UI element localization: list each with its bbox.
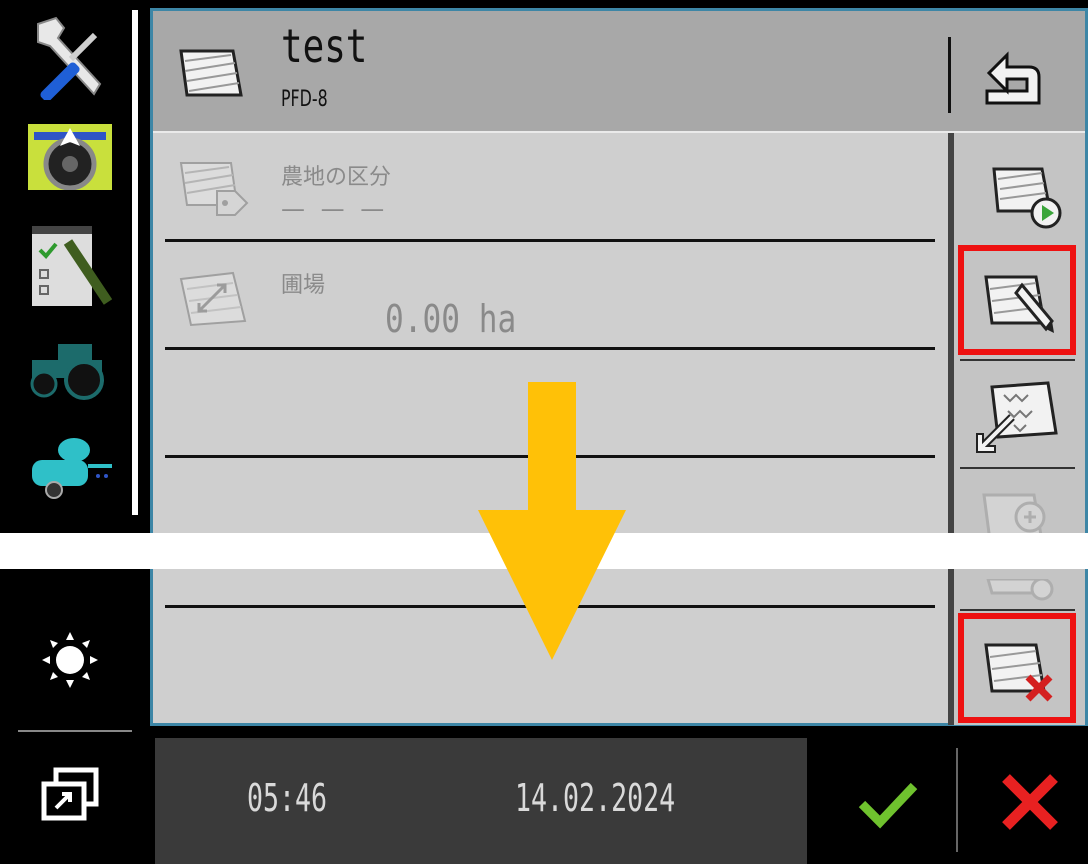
field-edit-icon xyxy=(984,275,1054,333)
header-divider xyxy=(948,37,951,113)
field-icon xyxy=(177,47,245,99)
brightness-icon[interactable] xyxy=(40,630,100,690)
guidance-steering-icon[interactable] xyxy=(28,124,112,191)
header: test PFD-8 xyxy=(153,11,1085,133)
boundary-import-icon xyxy=(976,381,1058,453)
list-item[interactable]: 圃場 0.00 ha xyxy=(153,243,945,349)
left-rail xyxy=(0,0,148,864)
tractor-icon[interactable] xyxy=(28,338,112,400)
delete-field-button[interactable] xyxy=(958,613,1076,723)
start-field-button[interactable] xyxy=(958,133,1076,243)
toolbar xyxy=(948,133,1085,725)
cancel-button[interactable] xyxy=(994,766,1066,838)
back-button[interactable] xyxy=(979,49,1051,105)
row-divider xyxy=(165,239,935,242)
area-value: 0.00 ha xyxy=(385,297,517,341)
tools-icon[interactable] xyxy=(28,14,112,102)
row-divider xyxy=(165,347,935,350)
field-delete-icon xyxy=(984,643,1053,702)
toolbar-divider xyxy=(948,133,954,725)
page-subtitle: PFD-8 xyxy=(281,87,328,112)
status-bar: 05:46 14.02.2024 xyxy=(155,738,807,864)
list-item[interactable]: 農地の区分 — — — xyxy=(153,133,945,243)
toolbar-divider xyxy=(960,609,1075,611)
edit-field-button[interactable] xyxy=(958,245,1076,355)
back-arrow-icon xyxy=(985,51,1041,105)
task-notepad-icon[interactable] xyxy=(28,222,113,312)
toolbar-divider xyxy=(960,359,1075,361)
row-label: 圃場 xyxy=(281,273,326,298)
field-area-icon xyxy=(177,269,251,329)
field-settings-button xyxy=(958,579,1076,609)
page-title: test xyxy=(281,19,368,73)
footer-divider xyxy=(956,748,958,852)
row-label: 農地の区分 xyxy=(281,165,392,190)
import-boundary-button[interactable] xyxy=(958,363,1076,473)
rail-divider xyxy=(132,10,138,515)
row-value: — — — xyxy=(281,195,389,223)
down-arrow-icon xyxy=(476,382,628,662)
clock-time: 05:46 xyxy=(247,776,328,820)
check-icon xyxy=(858,782,918,829)
field-play-icon xyxy=(992,167,1062,229)
sprayer-icon[interactable] xyxy=(28,432,114,502)
current-date: 14.02.2024 xyxy=(515,776,676,820)
window-switch-icon[interactable] xyxy=(40,766,100,824)
rail-bottom-divider xyxy=(18,730,132,732)
field-tag-icon xyxy=(177,155,251,219)
confirm-button[interactable] xyxy=(852,766,924,838)
cancel-x-icon xyxy=(1002,774,1058,830)
field-gear-icon xyxy=(986,579,1054,601)
